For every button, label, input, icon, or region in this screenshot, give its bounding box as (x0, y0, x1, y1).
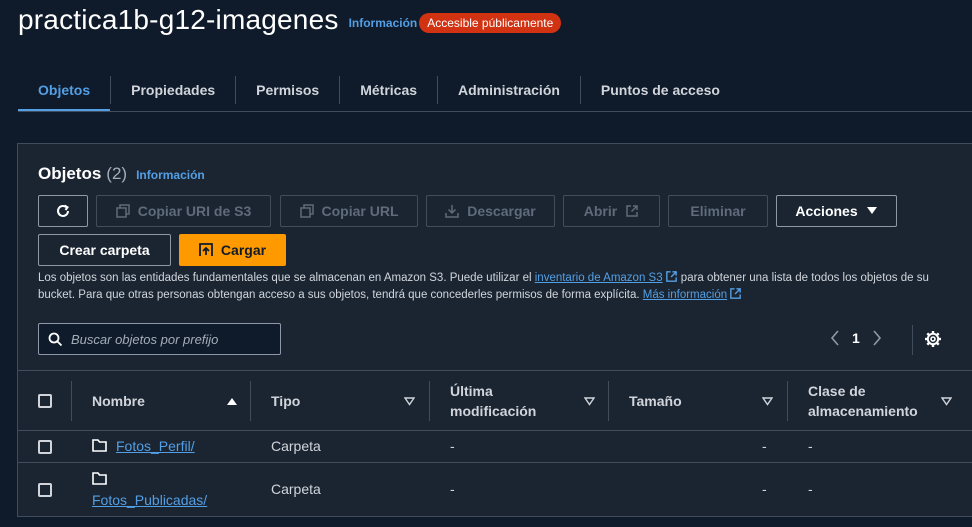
download-button[interactable]: Descargar (426, 195, 555, 227)
tab-metricas[interactable]: Métricas (340, 68, 437, 112)
select-all-checkbox[interactable] (38, 394, 52, 408)
search-icon (48, 332, 63, 346)
upload-icon (199, 243, 213, 256)
upload-button[interactable]: Cargar (179, 234, 286, 266)
actions-dropdown[interactable]: Acciones (776, 195, 897, 227)
sort-ascending-icon (227, 398, 237, 405)
column-divider (787, 381, 788, 421)
external-link-icon (730, 287, 741, 299)
object-size: - (762, 438, 767, 454)
column-header-storage-line1: Clase de (808, 383, 866, 399)
object-count: (2) (106, 164, 128, 183)
column-header-storage-class[interactable]: Clase de almacenamiento (808, 371, 958, 431)
folder-icon (92, 439, 107, 452)
panel-info-link[interactable]: Información (136, 168, 205, 182)
copy-url-button[interactable]: Copiar URL (280, 195, 418, 227)
column-header-modified[interactable]: Última modificación (450, 371, 600, 431)
gear-icon[interactable] (924, 330, 942, 348)
object-storage-class: - (808, 481, 813, 497)
tabs-underline (18, 111, 972, 112)
open-button[interactable]: Abrir (563, 195, 660, 227)
object-name-link[interactable]: Fotos_Publicadas/ (92, 492, 207, 508)
download-label: Descargar (467, 203, 536, 219)
create-folder-label: Crear carpeta (59, 242, 150, 258)
row-checkbox[interactable] (38, 483, 52, 497)
description-text-1: Los objetos son las entidades fundamenta… (38, 272, 535, 284)
pager-divider (912, 325, 913, 355)
bucket-title: practica1b-g12-imagenes (18, 4, 339, 35)
refresh-icon (57, 204, 69, 217)
page-number[interactable]: 1 (852, 330, 860, 346)
create-folder-button[interactable]: Crear carpeta (38, 234, 171, 266)
column-divider (250, 381, 251, 421)
public-access-badge: Accesible públicamente (419, 13, 562, 33)
object-modified: - (450, 438, 455, 454)
column-header-name-label: Nombre (92, 393, 145, 409)
tab-propiedades[interactable]: Propiedades (111, 68, 235, 112)
column-header-size[interactable]: Tamaño (629, 371, 779, 431)
table-row[interactable]: Fotos_Publicadas/ Carpeta - - - (18, 463, 972, 517)
object-name-link[interactable]: Fotos_Perfil/ (116, 438, 195, 454)
column-header-storage-line2: almacenamiento (808, 403, 918, 419)
column-divider (429, 381, 430, 421)
tab-bar: Objetos Propiedades Permisos Métricas Ad… (18, 68, 740, 112)
sort-caret-icon (404, 396, 415, 406)
tab-objetos[interactable]: Objetos (18, 68, 111, 112)
column-header-modified-line2: modificación (450, 403, 537, 419)
object-storage-class: - (808, 438, 813, 454)
more-info-link[interactable]: Más información (643, 289, 727, 301)
column-divider (608, 381, 609, 421)
panel-title-text: Objetos (38, 164, 102, 183)
search-input[interactable] (71, 331, 261, 347)
tab-puntos-de-acceso[interactable]: Puntos de acceso (581, 68, 740, 112)
tab-administracion[interactable]: Administración (438, 68, 580, 112)
external-link-icon (665, 271, 677, 282)
panel-title: Objetos (2) Información (38, 164, 205, 184)
row-checkbox[interactable] (38, 440, 52, 454)
column-divider (71, 381, 72, 421)
info-link[interactable]: Información (349, 16, 418, 30)
open-label: Abrir (583, 203, 618, 219)
copy-icon (115, 204, 130, 218)
copy-url-label: Copiar URL (321, 203, 399, 219)
actions-label: Acciones (795, 203, 858, 219)
copy-s3-uri-button[interactable]: Copiar URI de S3 (96, 195, 271, 227)
download-icon (445, 205, 459, 218)
copy-s3-uri-label: Copiar URI de S3 (137, 203, 252, 219)
column-header-modified-line1: Última (450, 383, 493, 399)
inventory-link[interactable]: inventario de Amazon S3 (535, 272, 663, 284)
object-modified: - (450, 481, 455, 497)
tab-permisos[interactable]: Permisos (236, 68, 339, 112)
objects-panel: Objetos (2) Información Copiar URI de S3… (17, 143, 972, 517)
folder-icon (92, 472, 107, 485)
sort-caret-icon (584, 397, 595, 406)
table-row[interactable]: Fotos_Perfil/ Carpeta - - - (18, 431, 972, 463)
sort-caret-icon (762, 396, 773, 406)
table-header: Nombre Tipo Última modificación Tamaño C… (18, 370, 972, 431)
delete-button[interactable]: Eliminar (668, 195, 768, 227)
search-box (38, 323, 281, 355)
copy-icon (299, 204, 314, 218)
caret-down-icon (866, 207, 877, 214)
pagination: 1 (830, 330, 882, 346)
bucket-header: practica1b-g12-imagenes Información Acce… (18, 2, 562, 38)
external-link-icon (626, 205, 638, 217)
column-header-type-label: Tipo (271, 393, 301, 409)
refresh-button[interactable] (38, 195, 88, 227)
sort-caret-icon (941, 397, 952, 406)
object-type: Carpeta (271, 438, 321, 454)
chevron-right-icon[interactable] (872, 330, 882, 346)
column-header-size-label: Tamaño (629, 393, 682, 409)
column-header-type[interactable]: Tipo (271, 371, 421, 431)
upload-label: Cargar (220, 242, 267, 258)
column-header-name[interactable]: Nombre (92, 371, 242, 431)
chevron-left-icon[interactable] (830, 330, 840, 346)
object-size: - (762, 481, 767, 497)
objects-description: Los objetos son las entidades fundamenta… (38, 270, 948, 303)
object-type: Carpeta (271, 481, 321, 497)
delete-label: Eliminar (690, 203, 746, 219)
